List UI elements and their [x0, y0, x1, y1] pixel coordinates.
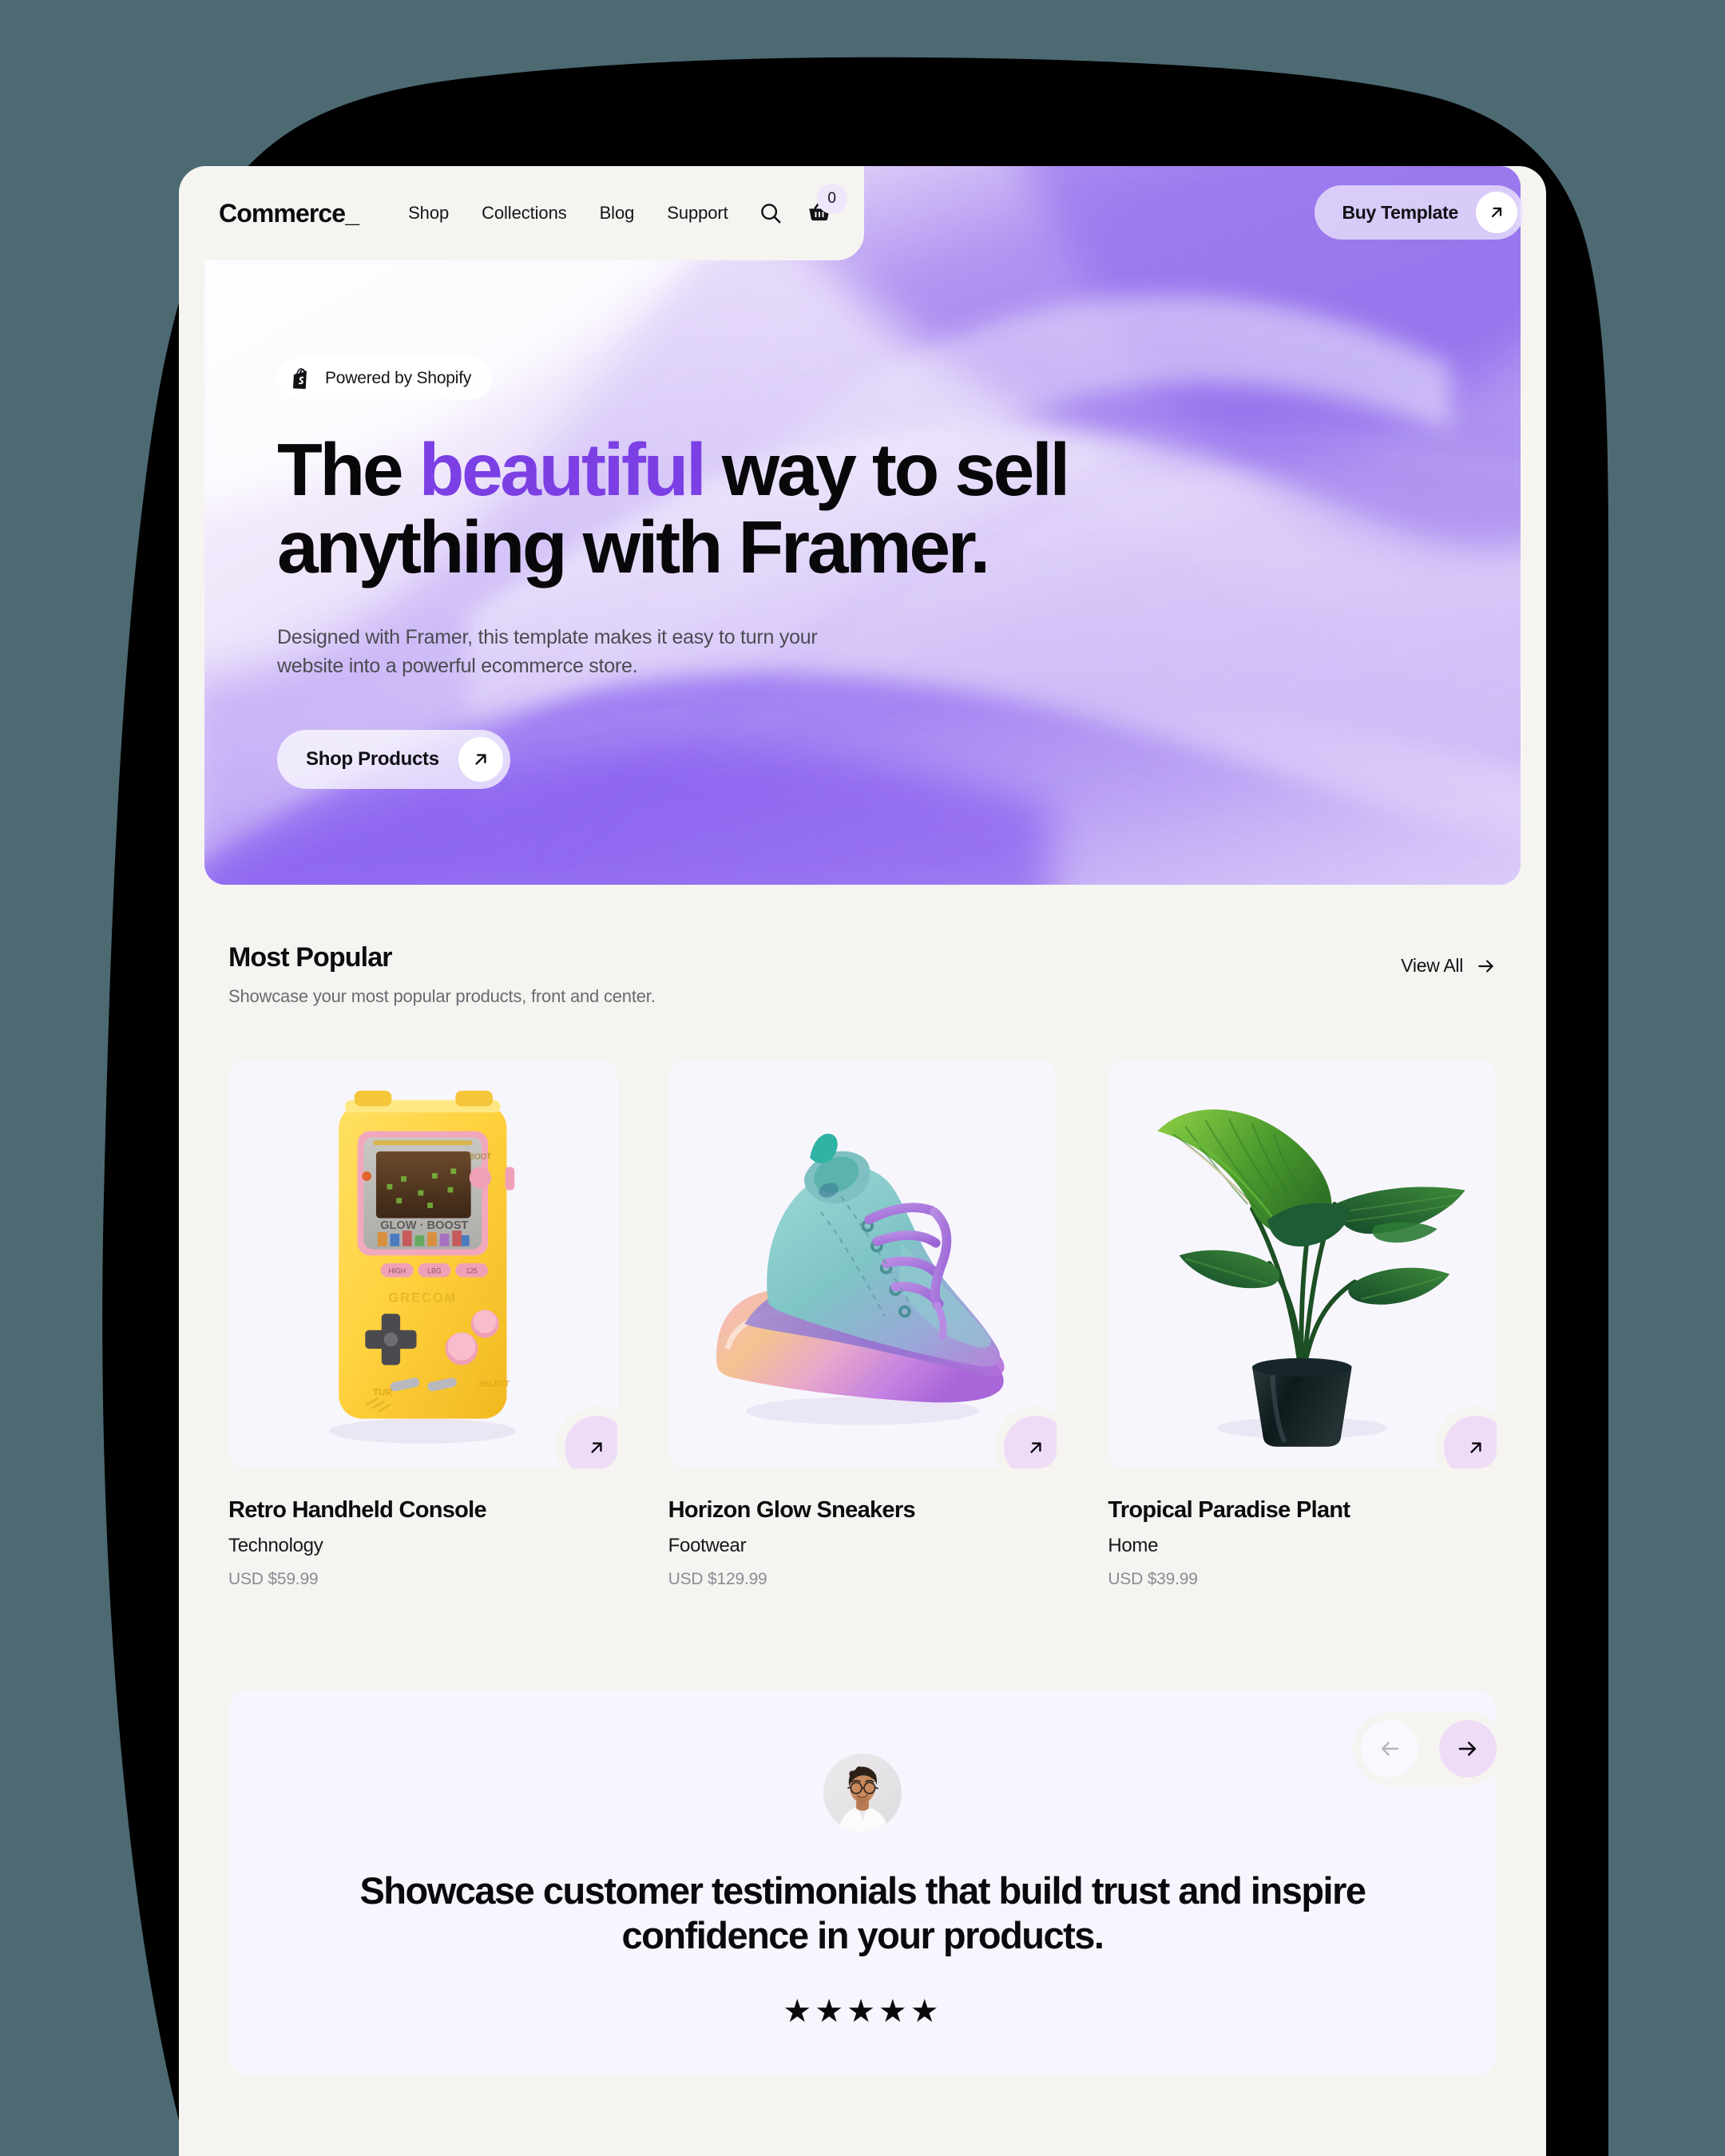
- product-thumbnail: [668, 1060, 1057, 1468]
- section-header: Most Popular Showcase your most popular …: [228, 942, 1497, 1007]
- hero-headline: The beautiful way to sell anything with …: [277, 431, 1076, 585]
- svg-text:BOOT: BOOT: [470, 1153, 492, 1162]
- product-card[interactable]: Horizon Glow Sneakers Footwear USD $129.…: [668, 1060, 1057, 1589]
- testimonial-card: Showcase customer testimonials that buil…: [228, 1690, 1497, 2075]
- product-card[interactable]: Tropical Paradise Plant Home USD $39.99: [1108, 1060, 1497, 1589]
- hero-content: Powered by Shopify The beautiful way to …: [277, 358, 1076, 790]
- product-price: USD $129.99: [668, 1570, 767, 1588]
- section-heading-group: Most Popular Showcase your most popular …: [228, 942, 656, 1007]
- carousel-next-button[interactable]: [1439, 1720, 1497, 1778]
- svg-text:SELECT: SELECT: [478, 1380, 509, 1389]
- product-category: Home: [1108, 1535, 1159, 1556]
- customer-avatar-image: [823, 1754, 902, 1832]
- arrow-up-right-icon: [458, 737, 503, 783]
- carousel-controls: [1353, 1712, 1505, 1785]
- brand-logo[interactable]: Commerce_: [219, 199, 359, 228]
- arrow-up-right-icon: [591, 1442, 602, 1453]
- svg-text:LBG: LBG: [427, 1267, 442, 1275]
- search-icon[interactable]: [759, 201, 783, 225]
- device-frame: Commerce_ Shop Collections Blog Support: [179, 166, 1546, 2156]
- product-thumbnail: [1108, 1060, 1497, 1468]
- avatar: [823, 1754, 902, 1832]
- powered-by-badge-label: Powered by Shopify: [325, 369, 472, 387]
- arrow-up-right-icon: [1030, 1442, 1041, 1453]
- view-all-label: View All: [1401, 955, 1463, 976]
- arrow-up-right-icon: [1476, 192, 1517, 233]
- nav-link-blog[interactable]: Blog: [600, 203, 635, 224]
- product-name: Retro Handheld Console: [228, 1497, 487, 1523]
- nav-link-shop[interactable]: Shop: [408, 203, 449, 224]
- testimonial-section: Showcase customer testimonials that buil…: [228, 1690, 1505, 2075]
- product-price: USD $39.99: [1108, 1570, 1198, 1588]
- product-thumbnail: GLOW · BOOST BOOT HIGH LBG 125 GRECOM TU…: [228, 1060, 617, 1468]
- arrow-left-icon: [1382, 1742, 1399, 1756]
- headline-pre: The: [277, 428, 419, 511]
- product-price: USD $59.99: [228, 1570, 319, 1588]
- svg-text:125: 125: [466, 1267, 478, 1275]
- product-category: Technology: [228, 1535, 323, 1556]
- cart-count-badge: 0: [816, 183, 847, 214]
- hero-subtitle: Designed with Framer, this template make…: [277, 626, 818, 677]
- nav-link-support[interactable]: Support: [667, 203, 728, 224]
- powered-by-badge: Powered by Shopify: [277, 358, 493, 399]
- buy-template-button[interactable]: Buy Template: [1315, 185, 1524, 240]
- product-name: Horizon Glow Sneakers: [668, 1497, 916, 1523]
- cart-button[interactable]: 0: [807, 183, 847, 228]
- testimonial-quote: Showcase customer testimonials that buil…: [359, 1869, 1366, 1957]
- svg-text:TUR: TUR: [373, 1387, 393, 1397]
- svg-text:GLOW · BOOST: GLOW · BOOST: [380, 1219, 468, 1232]
- headline-accent: beautiful: [418, 428, 707, 511]
- status-badge: ★★★★★: [783, 1993, 942, 2029]
- hero-section: Powered by Shopify The beautiful way to …: [204, 166, 1521, 885]
- buy-template-label: Buy Template: [1342, 201, 1458, 223]
- product-card[interactable]: GLOW · BOOST BOOT HIGH LBG 125 GRECOM TU…: [228, 1060, 617, 1589]
- section-subtitle: Showcase your most popular products, fro…: [228, 986, 656, 1006]
- view-all-link[interactable]: View All: [1401, 955, 1497, 977]
- nav-link-collections[interactable]: Collections: [482, 203, 567, 224]
- arrow-up-right-icon: [1470, 1442, 1481, 1453]
- screenshot-stage: Commerce_ Shop Collections Blog Support: [0, 0, 1725, 2156]
- carousel-prev-button[interactable]: [1361, 1720, 1418, 1778]
- nav-icons: 0: [759, 183, 847, 228]
- retro-handheld-console-image: GLOW · BOOST BOOT HIGH LBG 125 GRECOM TU…: [329, 1090, 517, 1444]
- shop-products-button[interactable]: Shop Products: [277, 730, 510, 790]
- most-popular-section: Most Popular Showcase your most popular …: [179, 885, 1546, 1589]
- nav-pill: Commerce_ Shop Collections Blog Support: [179, 166, 864, 260]
- page-title: Most Popular: [228, 942, 392, 973]
- nav-links: Shop Collections Blog Support: [408, 203, 728, 224]
- product-grid: GLOW · BOOST BOOT HIGH LBG 125 GRECOM TU…: [228, 1060, 1497, 1589]
- arrow-right-icon: [1478, 959, 1493, 973]
- shopify-bag-icon: [293, 368, 307, 389]
- product-name: Tropical Paradise Plant: [1108, 1497, 1350, 1523]
- horizon-glow-sneaker-image: [716, 1133, 1005, 1425]
- svg-text:HIGH: HIGH: [388, 1267, 406, 1275]
- arrow-right-icon: [1458, 1742, 1477, 1756]
- shop-products-label: Shop Products: [306, 748, 439, 771]
- svg-text:GRECOM: GRECOM: [388, 1290, 457, 1306]
- product-category: Footwear: [668, 1535, 747, 1556]
- tropical-paradise-plant-image: [1157, 1109, 1466, 1447]
